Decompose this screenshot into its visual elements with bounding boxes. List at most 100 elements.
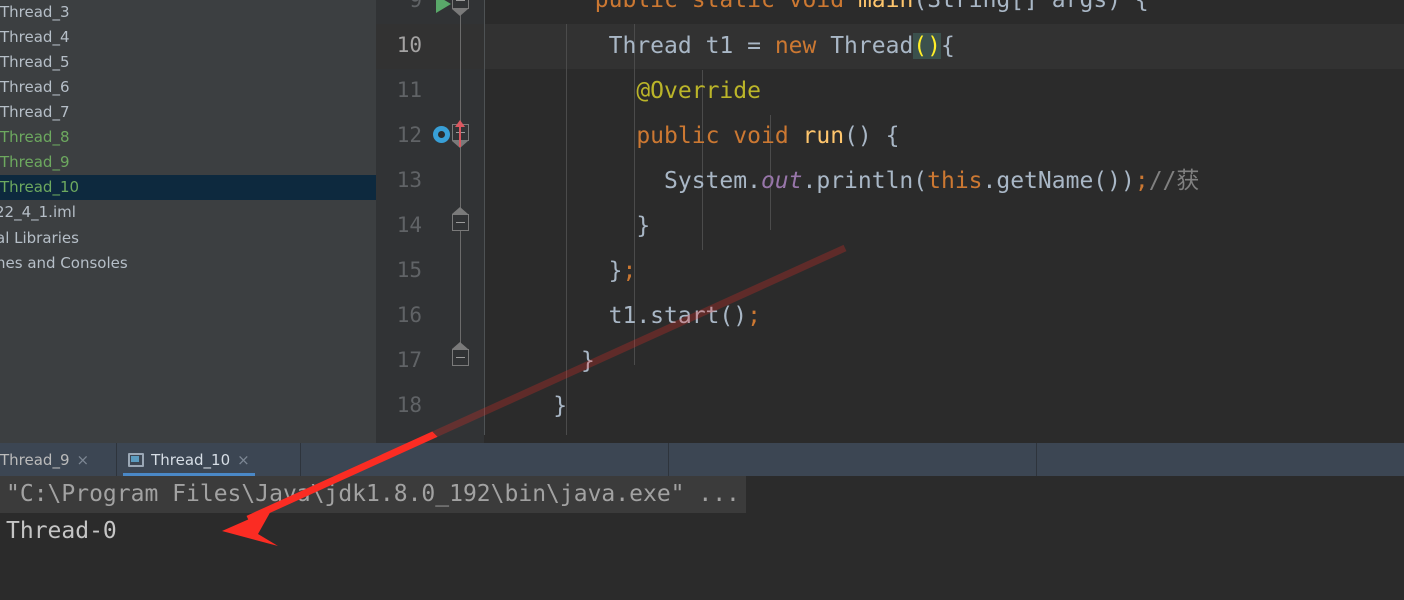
fold-region-line-method — [460, 12, 461, 362]
console-icon — [128, 452, 145, 467]
line-number: 15 — [396, 258, 422, 282]
token-method-call: t1.start() — [608, 303, 748, 329]
token-keyword: static — [691, 0, 775, 13]
token-annotation: @Override — [636, 78, 761, 104]
tree-item-label: al Libraries — [0, 229, 79, 247]
run-tab-thread-9[interactable]: Thread_9 × — [0, 443, 100, 476]
token-params: () { — [844, 123, 900, 149]
token-keyword: public — [636, 123, 720, 149]
tree-item-label: Thread_6 — [0, 78, 70, 96]
run-tool-window: Thread_9 × Thread_10 × "C:\Program Files… — [0, 443, 1404, 600]
tree-item-label: Thread_8 — [0, 128, 70, 146]
console-output[interactable]: "C:\Program Files\Java\jdk1.8.0_192\bin\… — [0, 476, 1404, 600]
tree-item-thread-5[interactable]: Thread_5 — [0, 50, 376, 75]
token-bracket-match: () — [913, 33, 941, 59]
token-keyword-new: new — [774, 33, 817, 59]
token-params: (String[] args) { — [913, 0, 1149, 13]
tree-item-label: Thread_5 — [0, 53, 70, 71]
console-line-stdout: Thread-0 — [6, 518, 117, 544]
code-editor[interactable]: 9 10 11 12 13 14 15 16 17 18 public stat… — [376, 0, 1404, 443]
tree-item-thread-4[interactable]: Thread_4 — [0, 25, 376, 50]
code-line-11[interactable]: @Override — [484, 69, 1404, 114]
code-line-15[interactable]: }; — [484, 249, 1404, 294]
line-number: 10 — [396, 33, 422, 57]
token-type: Thread — [608, 33, 692, 59]
line-number: 12 — [396, 123, 422, 147]
run-tab-bar[interactable]: Thread_9 × Thread_10 × — [0, 443, 1404, 476]
tree-item-thread-6[interactable]: Thread_6 — [0, 75, 376, 100]
code-line-16[interactable]: t1.start(); — [484, 294, 1404, 339]
tree-item-label: Thread_9 — [0, 153, 70, 171]
token-static-field: out — [760, 168, 803, 194]
token-brace: } — [608, 258, 623, 284]
tree-item-label: Thread_4 — [0, 28, 70, 46]
tree-item-label: 22_4_1.iml — [0, 203, 76, 221]
fold-collapse-icon[interactable] — [452, 0, 469, 9]
token-keyword: void — [788, 0, 845, 13]
console-line-command: "C:\Program Files\Java\jdk1.8.0_192\bin\… — [0, 476, 746, 513]
overriding-method-icon[interactable] — [433, 126, 450, 143]
line-number: 9 — [409, 0, 422, 12]
arrow-up-icon — [455, 120, 465, 147]
tab-bar-filler-2 — [669, 443, 1036, 476]
tree-item-label: Thread_10 — [0, 178, 80, 196]
token-method-call: .getName()) — [982, 168, 1135, 194]
token-semicolon: ; — [622, 258, 637, 284]
tree-item-label: hes and Consoles — [0, 254, 128, 272]
tab-bar-filler-1 — [301, 443, 668, 476]
token-keyword-this: this — [927, 168, 983, 194]
code-line-13[interactable]: System.out.println(this.getName());//获 — [484, 159, 1404, 204]
line-number: 17 — [396, 348, 422, 372]
token-brace: } — [636, 213, 651, 239]
token-constructor: Thread — [816, 33, 914, 59]
tab-bar-filler-3 — [1037, 443, 1404, 476]
tree-item-thread-7[interactable]: Thread_7 — [0, 100, 376, 125]
tree-item-thread-8[interactable]: Thread_8 — [0, 125, 376, 150]
run-tab-thread-10[interactable]: Thread_10 × — [117, 443, 261, 476]
token-keyword: void — [733, 123, 789, 149]
run-tab-label: Thread_10 — [151, 450, 231, 469]
ide-window: Thread_3 Thread_4 Thread_5 Thread_6 Thre… — [0, 0, 1404, 600]
code-line-10[interactable]: Thread t1 = new Thread(){ — [484, 24, 1404, 69]
token-comment: //获 — [1148, 168, 1200, 194]
tree-item-external-libraries[interactable]: al Libraries — [0, 226, 376, 251]
tree-item-iml-file[interactable]: 22_4_1.iml — [0, 200, 376, 225]
tree-item-label: Thread_7 — [0, 103, 70, 121]
tree-item-thread-9[interactable]: Thread_9 — [0, 150, 376, 175]
line-number: 14 — [396, 213, 422, 237]
token-method-call: .println( — [802, 168, 928, 194]
close-icon[interactable]: × — [77, 451, 90, 469]
line-number: 18 — [396, 393, 422, 417]
project-tool-window[interactable]: Thread_3 Thread_4 Thread_5 Thread_6 Thre… — [0, 0, 376, 443]
fold-collapse-icon[interactable] — [452, 214, 469, 231]
code-line-17[interactable]: } — [484, 339, 1404, 384]
tree-item-label: Thread_3 — [0, 3, 70, 21]
token-brace: } — [553, 393, 568, 419]
token-variable: t1 = — [691, 33, 775, 59]
fold-region-start-marker — [452, 207, 468, 214]
code-line-14[interactable]: } — [484, 204, 1404, 249]
token-brace: } — [580, 348, 595, 374]
line-number: 13 — [396, 168, 422, 192]
token-semicolon: ; — [1134, 168, 1149, 194]
line-number: 16 — [396, 303, 422, 327]
token-keyword: public — [594, 0, 678, 13]
close-icon[interactable]: × — [237, 451, 250, 469]
fold-region-start-marker — [452, 342, 468, 349]
token-method-name: main — [857, 0, 914, 13]
token-semicolon: ; — [747, 303, 761, 329]
token-brace: { — [941, 33, 955, 59]
code-line-9[interactable]: public static void main(String[] args) { — [484, 0, 1404, 23]
tree-item-thread-10[interactable]: Thread_10 — [0, 175, 376, 200]
line-number: 11 — [396, 78, 422, 102]
code-line-12[interactable]: public void run() { — [484, 114, 1404, 159]
token-class-ref: System. — [664, 168, 761, 194]
fold-region-end-marker — [452, 9, 468, 16]
run-tab-label: Thread_9 — [0, 450, 70, 469]
fold-collapse-icon[interactable] — [452, 349, 469, 366]
code-line-18[interactable]: } — [484, 384, 1404, 429]
tree-item-scratches-and-consoles[interactable]: hes and Consoles — [0, 251, 376, 276]
token-method-name: run — [802, 123, 845, 149]
tree-item-thread-3[interactable]: Thread_3 — [0, 0, 376, 25]
run-main-icon[interactable] — [436, 0, 451, 13]
